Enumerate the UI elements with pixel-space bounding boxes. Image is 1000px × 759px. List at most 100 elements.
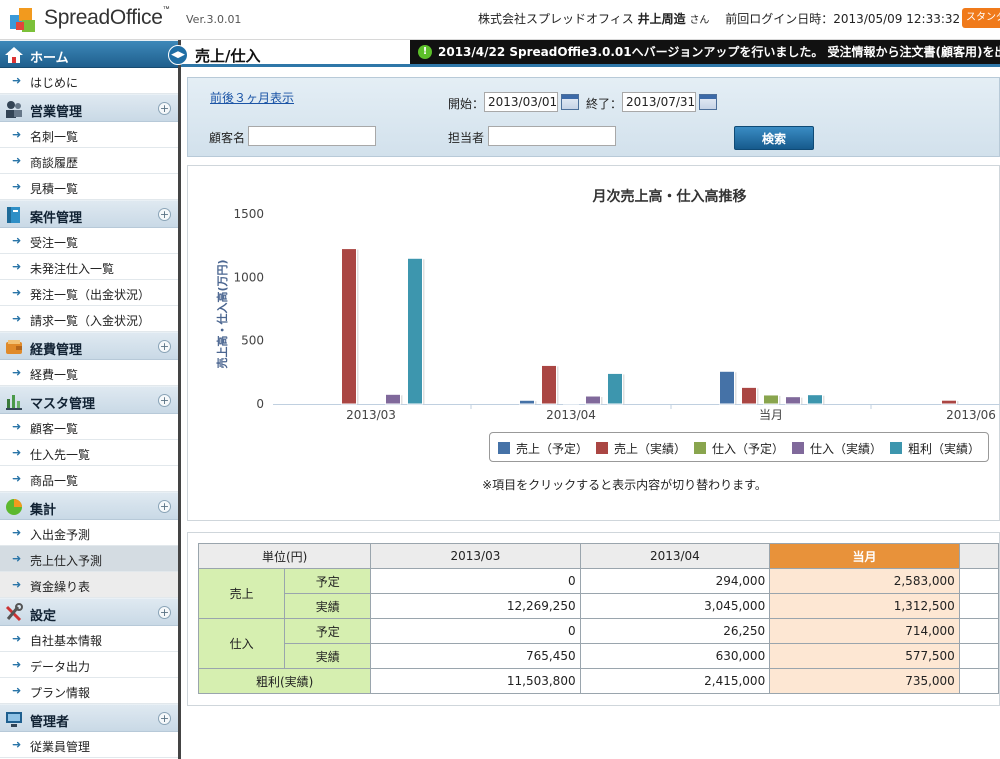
sidebar-item-label: 入出金予測 [30,528,91,542]
legend-item[interactable]: 売上（実績） [596,440,686,457]
tools-icon [5,603,23,622]
sidebar-group-settings[interactable]: 設定 + [0,598,178,626]
sidebar-item-products[interactable]: ➜ 商品一覧 [0,466,178,492]
legend-swatch [596,442,608,454]
arrow-right-icon: ➜ [12,366,22,379]
arrow-right-icon: ➜ [12,154,22,167]
x-tick-label: 2013/04 [546,408,596,422]
expand-plus-icon[interactable]: + [158,208,171,221]
expand-plus-icon[interactable]: + [158,606,171,619]
chart-bar [807,394,823,405]
sidebar-item-unordered-purchases[interactable]: ➜ 未発注仕入一覧 [0,254,178,280]
chart-title: 月次売上高・仕入高推移 [592,189,747,205]
expand-plus-icon[interactable]: + [158,500,171,513]
sidebar-item-negotiation-history[interactable]: ➜ 商談履歴 [0,148,178,174]
legend-item[interactable]: 仕入（実績） [792,440,882,457]
expand-plus-icon[interactable]: + [158,340,171,353]
wallet-icon [6,340,22,354]
y-tick-label: 1500 [233,207,264,221]
sidebar-item-label: はじめに [30,76,79,90]
chart-bar [585,395,601,405]
legend-label: 売上（予定） [516,442,589,456]
row-label: 粗利(実績) [197,668,372,694]
sidebar-group-admin[interactable]: 管理者 + [0,704,178,732]
sidebar-group-sales[interactable]: 営業管理 + [0,94,178,122]
version-label: Ver.3.0.01 [186,13,242,26]
sidebar-home[interactable]: ホーム [0,40,178,68]
sidebar-item-customers[interactable]: ➜ 顧客一覧 [0,414,178,440]
sales-people-icon [6,101,22,118]
app-window: SpreadOffice™ Ver.3.0.01 株式会社スプレッドオフィス 井… [0,0,1000,759]
y-tick-label: 1000 [233,270,264,284]
sidebar-item-label: 自社基本情報 [30,634,103,648]
legend-item[interactable]: 仕入（予定） [694,440,784,457]
sidebar-item-purchase-orders[interactable]: ➜ 発注一覧（出金状況） [0,280,178,306]
last-login-value: 2013/05/09 12:33:32 [833,12,961,26]
sidebar-item-employees[interactable]: ➜ 従業員管理 [0,732,178,758]
user-name: 井上周造 [637,12,686,26]
legend-swatch [498,442,510,454]
start-calendar-icon[interactable] [561,94,579,110]
arrow-right-icon: ➜ [12,578,22,591]
expand-plus-icon[interactable]: + [158,394,171,407]
arrow-right-icon: ➜ [12,684,22,697]
sidebar-item-suppliers[interactable]: ➜ 仕入先一覧 [0,440,178,466]
notice-text: 2013/4/22 SpreadOffie3.0.01へバージョンアップを行いま… [438,45,1000,59]
column-header: 2013/03 [370,543,581,569]
last-login-label: 前回ログイン日時： [725,12,834,26]
standard-plan-button[interactable]: スタンダ [962,8,1000,28]
sidebar-item-plan-info[interactable]: ➜ プラン情報 [0,678,178,704]
sidebar-item-business-cards[interactable]: ➜ 名刺一覧 [0,122,178,148]
sidebar-item-funding-table[interactable]: ➜ 資金繰り表 [0,572,178,598]
sidebar-item-expenses[interactable]: ➜ 経費一覧 [0,360,178,386]
sidebar-item-label: 商談履歴 [30,156,79,170]
sidebar-group-master[interactable]: マスタ管理 + [0,386,178,414]
table-cell: 294,000 [579,568,771,594]
chart-note: ※項目をクリックすると表示内容が切り替わります。 [482,478,767,492]
table-row: 仕入 予定 0 26,250 714,000 [197,618,1000,669]
column-header: 2013/04 [579,543,771,569]
search-button[interactable]: 検索 [734,126,814,150]
sidebar-item-data-export[interactable]: ➜ データ出力 [0,652,178,678]
sidebar-group-label: 経費管理 [30,343,83,358]
expand-plus-icon[interactable]: + [158,712,171,725]
spreadoffice-logo-icon[interactable] [8,6,38,34]
sidebar-group-projects[interactable]: 案件管理 + [0,200,178,228]
sidebar-item-company-info[interactable]: ➜ 自社基本情報 [0,626,178,652]
row-group-label: 仕入 [197,618,286,669]
legend-item[interactable]: 売上（予定） [498,440,588,457]
end-date-input[interactable]: 2013/07/31 [622,92,696,112]
start-date-input[interactable]: 2013/03/01 [484,92,558,112]
notice-ticker[interactable]: ! 2013/4/22 SpreadOffie3.0.01へバージョンアップを行い… [410,40,1000,64]
sidebar-group-expenses[interactable]: 経費管理 + [0,332,178,360]
sidebar-toggle-icon[interactable]: ◀▶ [168,45,188,65]
sidebar-item-invoices[interactable]: ➜ 請求一覧（入金状況） [0,306,178,332]
sidebar-item-intro[interactable]: ➜ はじめに [0,68,178,94]
table-cell: 577,500 [769,643,960,669]
three-months-link[interactable]: 前後３ヶ月表示 [210,89,294,106]
sidebar-item-cashflow-forecast[interactable]: ➜ 入出金予測 [0,520,178,546]
arrow-right-icon: ➜ [12,658,22,671]
end-calendar-icon[interactable] [699,94,717,110]
sidebar-item-estimates[interactable]: ➜ 見積一覧 [0,174,178,200]
customer-name-label: 顧客名 [209,131,246,145]
table-cell: 735,000 [769,668,960,694]
legend-item[interactable]: 粗利（実績） [890,440,980,457]
chart-bar [407,257,423,405]
sidebar-group-label: 集計 [30,503,57,518]
staff-input[interactable] [488,126,616,146]
expand-plus-icon[interactable]: + [158,102,171,115]
top-bar: SpreadOffice™ Ver.3.0.01 株式会社スプレッドオフィス 井… [0,0,1000,40]
sidebar-item-label: 売上仕入予測 [30,554,103,568]
x-tick-label: 2013/06 [946,408,996,422]
table-cell: 630,000 [579,643,771,669]
row-label: 予定 [284,568,372,594]
table-row: 売上 予定 0 294,000 2,583,000 [197,568,1000,619]
sidebar-item-orders[interactable]: ➜ 受注一覧 [0,228,178,254]
table-cell-empty [958,668,1000,694]
sidebar-group-reports[interactable]: 集計 + [0,492,178,520]
customer-name-input[interactable] [248,126,376,146]
sidebar-item-sales-purchase-forecast[interactable]: ➜ 売上仕入予測 [0,546,178,572]
sidebar-item-label: 請求一覧（入金状況） [30,314,151,328]
sidebar-divider[interactable] [178,40,181,759]
